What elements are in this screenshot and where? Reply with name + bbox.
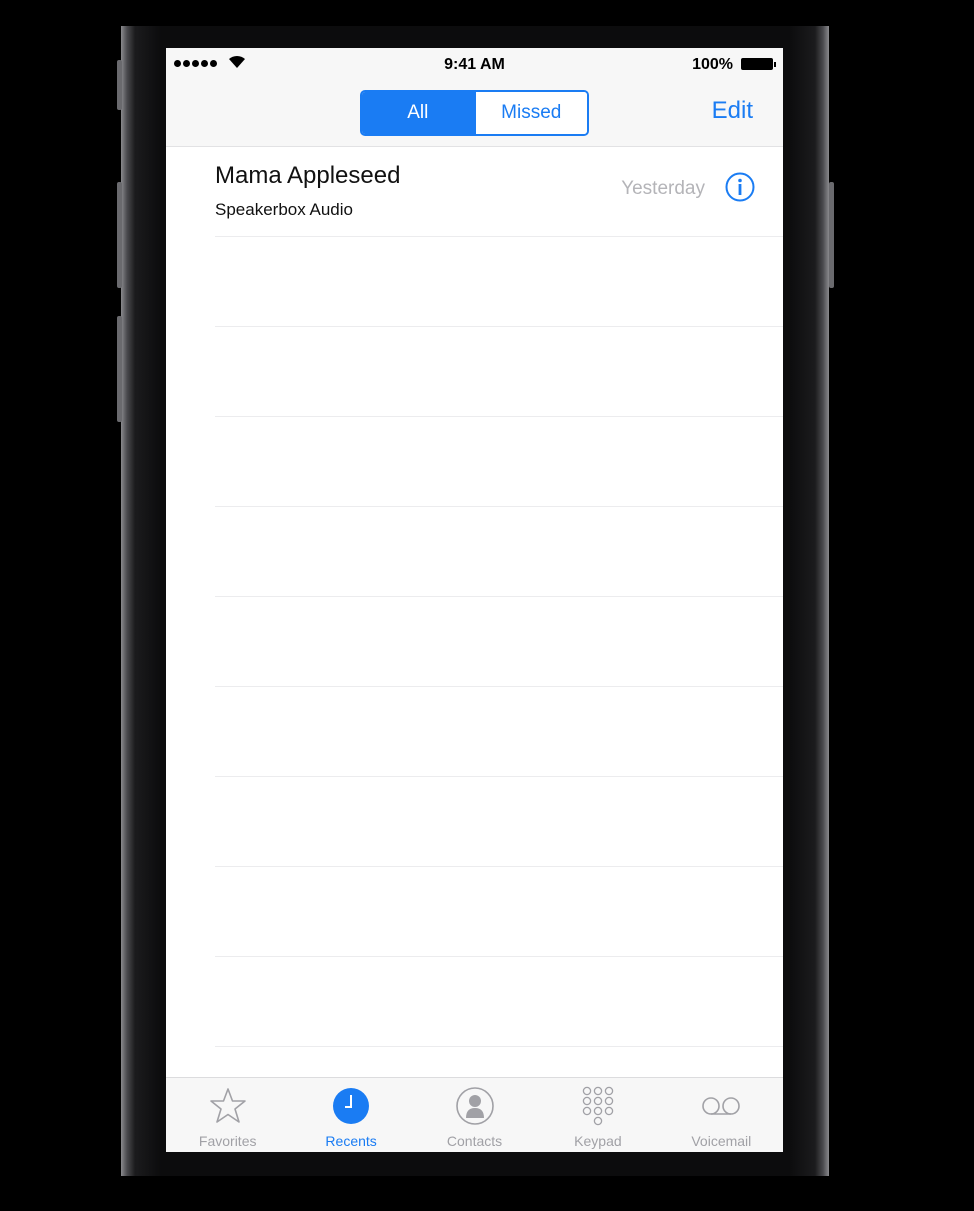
status-bar: 9:41 AM 100% xyxy=(166,48,783,82)
tab-favorites[interactable]: Favorites xyxy=(166,1078,289,1152)
tab-label: Recents xyxy=(325,1133,377,1149)
tab-label: Favorites xyxy=(198,1133,257,1149)
list-row-empty xyxy=(215,327,783,417)
edit-button[interactable]: Edit xyxy=(712,97,753,125)
status-time: 9:41 AM xyxy=(444,56,505,73)
list-row-empty xyxy=(215,867,783,957)
battery-icon xyxy=(741,58,776,70)
call-date: Yesterday xyxy=(621,178,705,199)
volume-up-button xyxy=(117,182,122,288)
tab-keypad[interactable]: Keypad xyxy=(536,1078,659,1152)
call-subtitle: Speakerbox Audio xyxy=(215,200,353,219)
tab-label: Contacts xyxy=(446,1133,503,1149)
segment-all[interactable]: All xyxy=(362,92,474,134)
nav-bar: All Missed Edit xyxy=(166,82,783,147)
person-icon xyxy=(455,1087,494,1125)
list-row-empty xyxy=(215,507,783,597)
tab-recents[interactable]: Recents xyxy=(289,1078,412,1152)
voicemail-icon xyxy=(702,1097,741,1115)
info-icon[interactable] xyxy=(725,172,755,202)
list-row-empty xyxy=(215,777,783,867)
caller-name: Mama Appleseed xyxy=(215,162,401,189)
list-row-empty xyxy=(215,237,783,327)
mute-switch xyxy=(117,60,122,110)
list-row-empty xyxy=(215,417,783,507)
list-row-empty xyxy=(215,597,783,687)
recent-call-row[interactable]: Mama Appleseed Speakerbox Audio Yesterda… xyxy=(215,147,783,237)
list-row-empty xyxy=(215,957,783,1047)
recents-list: Mama Appleseed Speakerbox Audio Yesterda… xyxy=(166,147,783,1047)
volume-down-button xyxy=(117,316,122,422)
list-row-empty xyxy=(215,687,783,777)
tab-voicemail[interactable]: Voicemail xyxy=(660,1078,783,1152)
tab-bar: Favorites Recents Contacts Keypad Voicem… xyxy=(166,1077,783,1152)
tab-label: Keypad xyxy=(574,1133,622,1149)
tab-label: Voicemail xyxy=(691,1133,752,1149)
tab-contacts[interactable]: Contacts xyxy=(413,1078,536,1152)
filter-segmented-control: All Missed xyxy=(360,90,589,136)
segment-missed[interactable]: Missed xyxy=(473,92,587,134)
clock-icon xyxy=(333,1088,370,1124)
keypad-icon xyxy=(582,1086,614,1126)
star-icon xyxy=(209,1088,246,1123)
battery-percentage: 100% xyxy=(692,56,733,73)
phone-screen: 9:41 AM 100% All Missed Edit Mama Apples… xyxy=(166,48,783,1152)
power-button xyxy=(829,182,834,288)
stage: 9:41 AM 100% All Missed Edit Mama Apples… xyxy=(0,0,974,1211)
